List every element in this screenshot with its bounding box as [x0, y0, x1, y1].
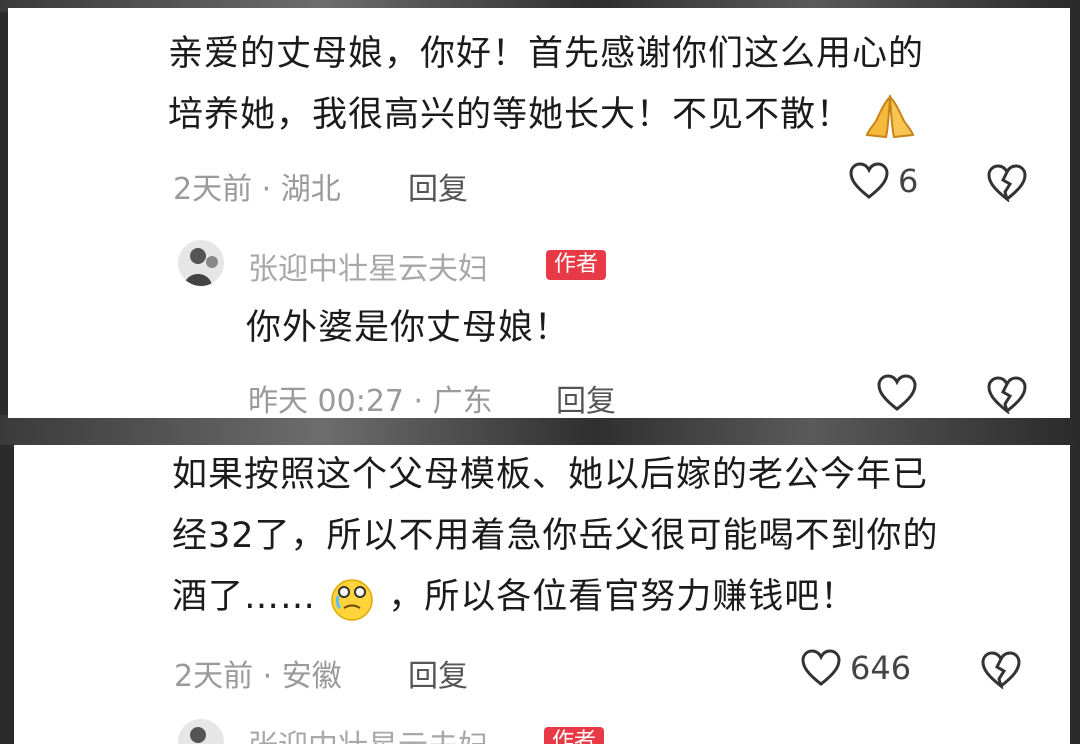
comment-meta: 2天前 · 安徽 [174, 659, 342, 694]
folded-hands-emoji-icon [864, 93, 916, 139]
dislike-button[interactable] [980, 651, 1022, 689]
broken-heart-icon [986, 164, 1028, 202]
like-count: 6 [898, 162, 919, 200]
heart-icon [848, 162, 890, 200]
broken-heart-icon [986, 376, 1028, 414]
reply-meta: 昨天 00:27 · 广东 [248, 384, 493, 418]
avatar[interactable] [178, 719, 224, 744]
reply-button[interactable]: 回复 [408, 651, 468, 695]
like-count: 646 [850, 649, 912, 687]
comment-meta: 2天前 · 湖北 [173, 172, 341, 207]
like-button[interactable]: 646 [800, 649, 911, 687]
author-name[interactable]: 张迎中壮星云夫妇 [248, 721, 488, 744]
avatar[interactable] [178, 240, 224, 286]
comment-text: 亲爱的丈母娘，你好！首先感谢你们这么用心的 培养她，我很高兴的等她长大！不见不散… [168, 24, 1048, 146]
background-strip-middle [0, 415, 1080, 445]
crying-face-emoji-icon [328, 574, 376, 622]
heart-icon [876, 374, 918, 412]
dislike-button[interactable] [986, 376, 1028, 414]
reply-text: 你外婆是你丈母娘！ [246, 308, 571, 348]
reply-button[interactable]: 回复 [408, 164, 468, 208]
reply-button[interactable]: 回复 [556, 376, 616, 418]
comment-card: 如果按照这个父母模板、她以后嫁的老公今年已 经32了，所以不用着急你岳父很可能喝… [14, 445, 1070, 744]
comment-card: 亲爱的丈母娘，你好！首先感谢你们这么用心的 培养她，我很高兴的等她长大！不见不散… [8, 8, 1070, 418]
broken-heart-icon [980, 651, 1022, 689]
like-button[interactable] [876, 374, 926, 412]
like-button[interactable]: 6 [848, 162, 918, 200]
heart-icon [800, 649, 842, 687]
author-name[interactable]: 张迎中壮星云夫妇 [248, 244, 488, 288]
author-badge: 作者 [544, 727, 605, 744]
comment-text: 如果按照这个父母模板、她以后嫁的老公今年已 经32了，所以不用着急你岳父很可能喝… [172, 445, 1052, 628]
dislike-button[interactable] [986, 164, 1028, 202]
author-badge: 作者 [546, 250, 607, 280]
